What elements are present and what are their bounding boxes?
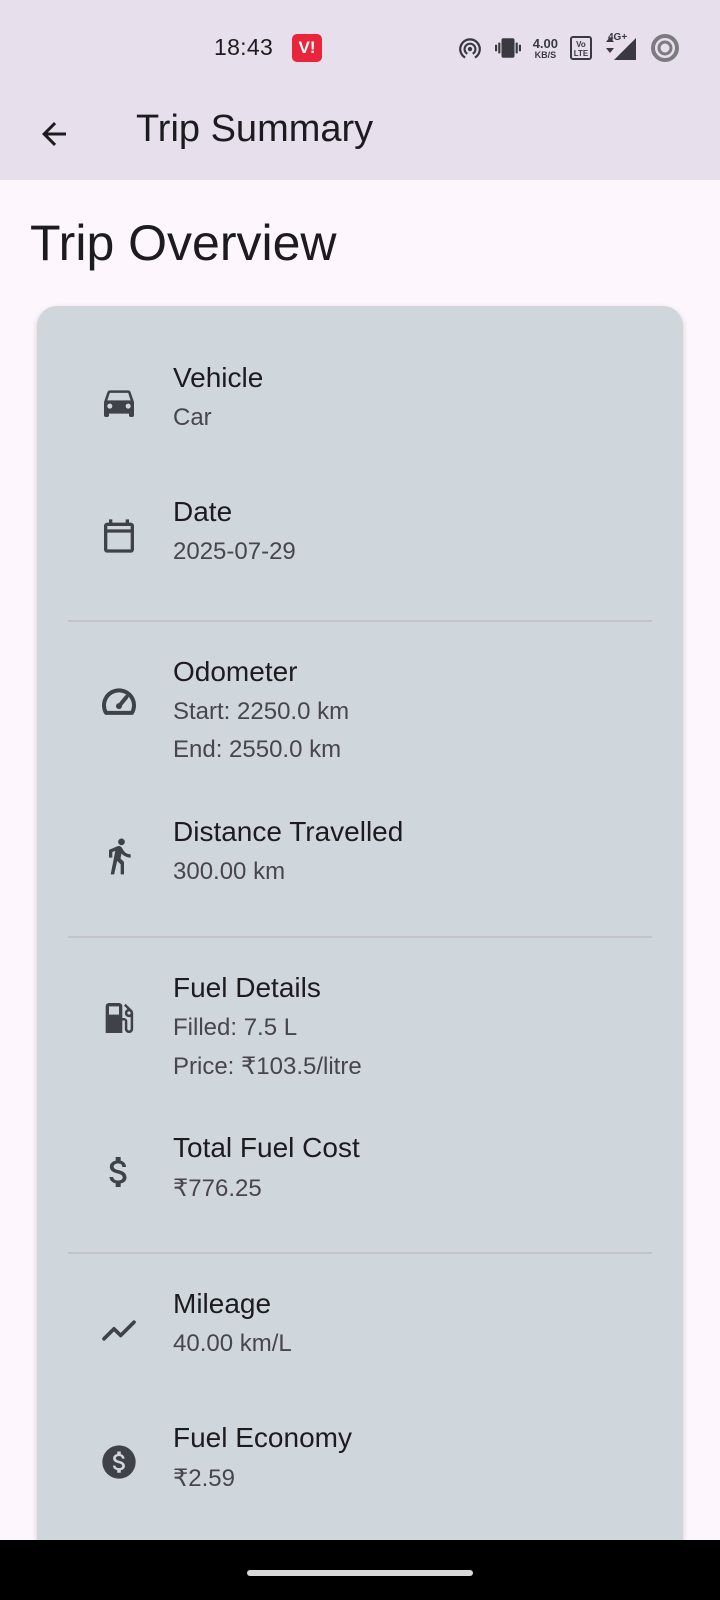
network-speed-unit: KB/S xyxy=(534,49,557,60)
distance-value: 300.00 km xyxy=(173,858,286,885)
app-bar: Trip Summary xyxy=(0,88,720,180)
app-bar-title: Trip Summary xyxy=(136,108,374,150)
fuel-economy-value: ₹2.59 xyxy=(173,1465,235,1492)
status-bar: 18:43 V! 4.00 KB/S Vo LTE 4G+ xyxy=(0,0,720,88)
fuel-economy-label: Fuel Economy xyxy=(173,1422,352,1453)
divider xyxy=(68,1252,652,1254)
walking-person-icon xyxy=(97,834,141,878)
system-navigation-bar xyxy=(0,1540,720,1600)
sync-circle-icon xyxy=(651,34,679,62)
total-fuel-cost-label: Total Fuel Cost xyxy=(173,1132,360,1163)
status-icons: 4.00 KB/S Vo LTE 4G+ xyxy=(457,30,680,66)
network-speed-value: 4.00 xyxy=(532,35,558,51)
back-button[interactable] xyxy=(30,110,78,158)
fuel-filled-value: Filled: 7.5 L xyxy=(173,1014,298,1041)
dollar-icon xyxy=(97,1150,141,1194)
fuel-details-label: Fuel Details xyxy=(173,972,321,1003)
car-icon xyxy=(97,380,141,424)
hotspot-icon xyxy=(458,38,481,59)
vibrate-icon xyxy=(494,38,521,58)
calendar-icon xyxy=(97,514,141,558)
volte-icon: Vo LTE xyxy=(570,36,592,60)
date-value: 2025-07-29 xyxy=(173,538,296,565)
vehicle-label: Vehicle xyxy=(173,362,264,393)
arrow-back-icon xyxy=(42,122,66,146)
volte-bottom-label: LTE xyxy=(573,49,589,58)
volte-top-label: Vo xyxy=(576,40,586,49)
mileage-label: Mileage xyxy=(173,1288,272,1319)
trending-up-icon xyxy=(97,1306,141,1350)
speedometer-icon xyxy=(97,680,141,724)
divider xyxy=(68,936,652,938)
date-label: Date xyxy=(173,496,233,527)
network-speed: 4.00 KB/S xyxy=(533,37,558,60)
odometer-start-value: Start: 2250.0 km xyxy=(173,698,350,725)
odometer-end-value: End: 2550.0 km xyxy=(173,736,342,763)
fuel-price-value: Price: ₹103.5/litre xyxy=(173,1053,362,1080)
carrier-badge: V! xyxy=(292,34,322,62)
fuel-pump-icon xyxy=(97,996,141,1040)
page-title: Trip Overview xyxy=(30,215,337,271)
gesture-handle[interactable] xyxy=(247,1570,473,1576)
status-time: 18:43 xyxy=(214,34,274,60)
mileage-value: 40.00 km/L xyxy=(173,1330,292,1357)
signal-icon: 4G+ xyxy=(604,32,638,62)
vehicle-value: Car xyxy=(173,404,212,431)
total-fuel-cost-value: ₹776.25 xyxy=(173,1175,262,1202)
distance-label: Distance Travelled xyxy=(173,816,404,847)
odometer-label: Odometer xyxy=(173,656,298,687)
trip-overview-card: Vehicle Car Date 2025-07-29 Odometer Sta… xyxy=(37,306,683,1540)
screen: 18:43 V! 4.00 KB/S Vo LTE 4G+ Trip Summa… xyxy=(0,0,720,1600)
dollar-circle-icon xyxy=(97,1440,141,1484)
divider xyxy=(68,620,652,622)
